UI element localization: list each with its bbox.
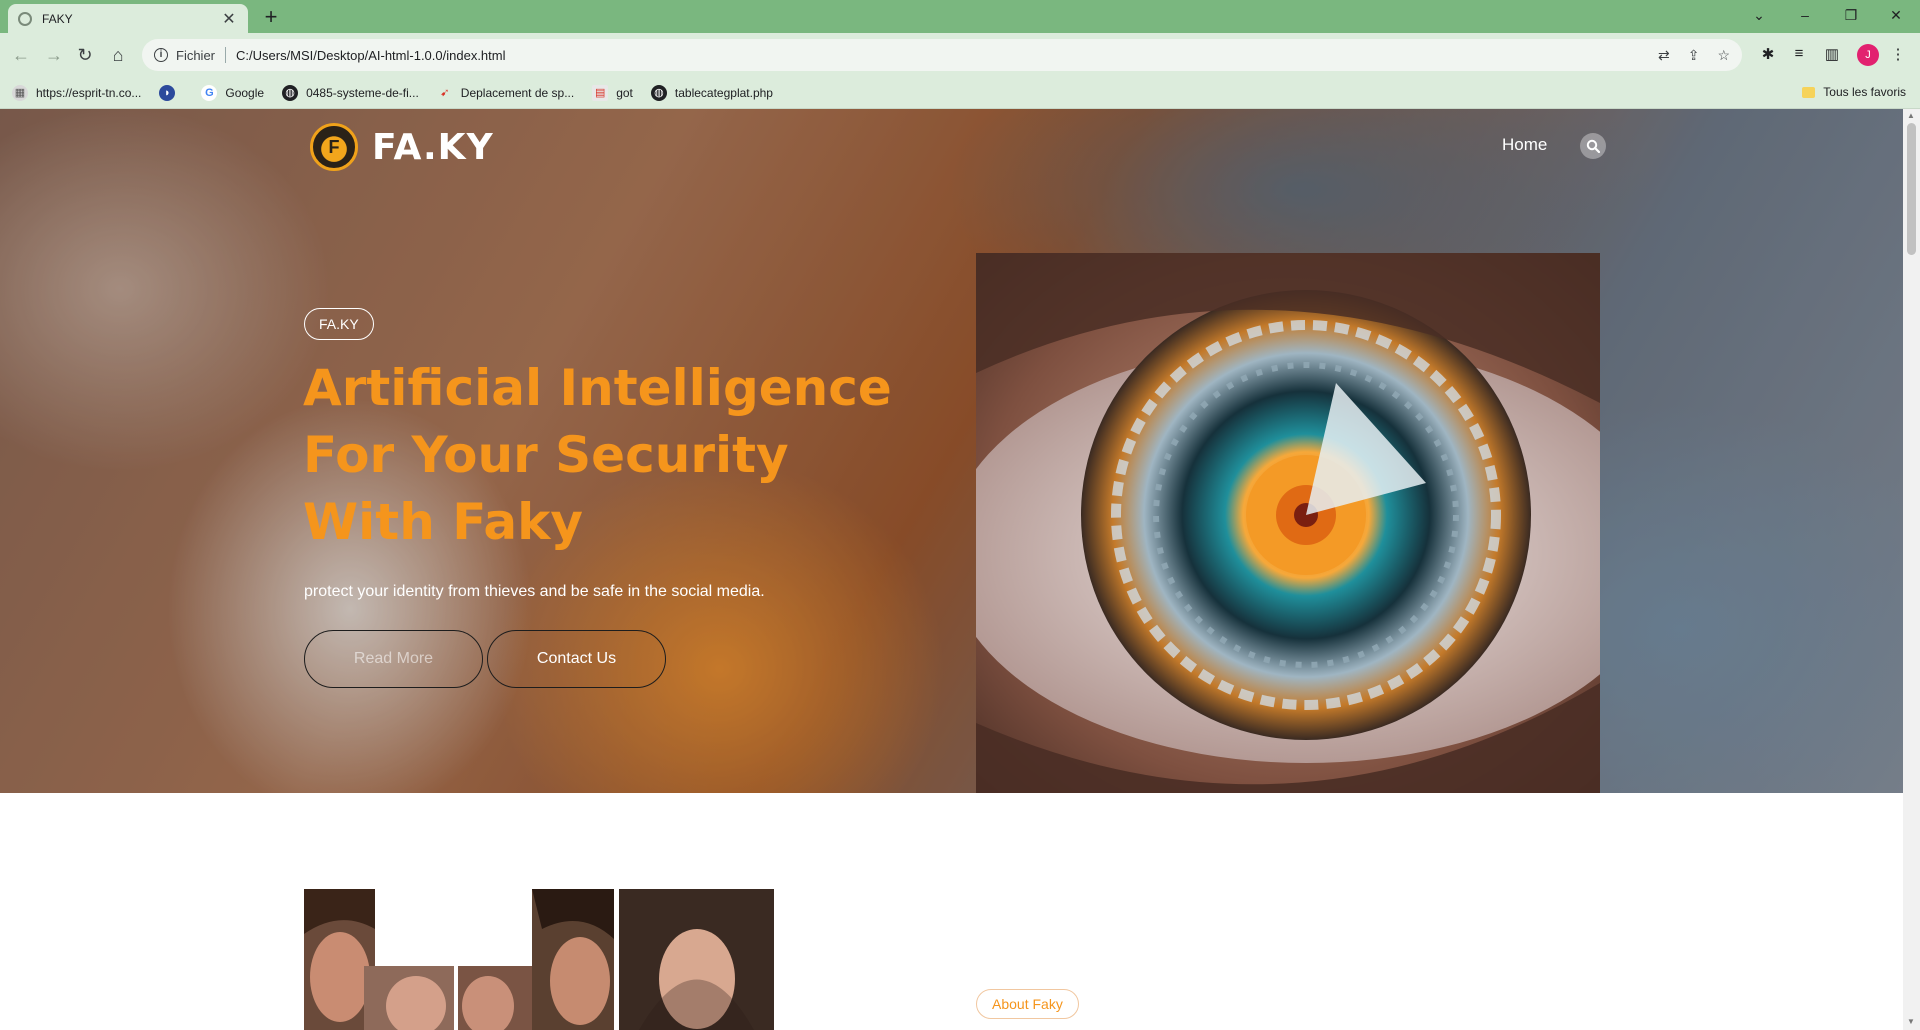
site-logo[interactable]: F FA.KY (310, 123, 494, 171)
tab-search-icon[interactable]: ⌄ (1745, 4, 1773, 26)
logo-badge-icon: F (310, 123, 358, 171)
minimize-button[interactable]: – (1791, 4, 1819, 26)
hero-headline: Artificial Intelligence For Your Securit… (303, 359, 892, 551)
home-icon[interactable]: ⌂ (106, 43, 130, 67)
bookmark-item[interactable]: ▦ https://esprit-tn.co... (12, 84, 141, 101)
globe-icon: ◍ (650, 84, 667, 101)
logo-text: FA.KY (372, 126, 494, 168)
portrait-photo (458, 966, 533, 1030)
new-tab-button[interactable]: + (260, 4, 282, 30)
portrait-photo (532, 889, 614, 1030)
read-more-button[interactable]: Read More (304, 630, 483, 688)
app-icon: ➹ (440, 87, 450, 99)
close-window-button[interactable]: ✕ (1882, 4, 1910, 26)
hero-eye-image (976, 253, 1600, 793)
hero-tagline: protect your identity from thieves and b… (304, 583, 765, 600)
star-icon[interactable]: ☆ (1717, 47, 1730, 64)
tab-faky[interactable]: FAKY ✕ (8, 4, 248, 33)
search-icon[interactable] (1580, 133, 1606, 159)
all-bookmarks-folder[interactable]: Tous les favoris (1802, 85, 1906, 99)
nav-home-link[interactable]: Home (1502, 135, 1547, 155)
share-icon[interactable]: ⇪ (1688, 47, 1700, 64)
bookmark-item[interactable]: ◍ 0485-systeme-de-fi... (282, 84, 419, 101)
url-text[interactable]: C:/Users/MSI/Desktop/AI-html-1.0.0/index… (236, 48, 1640, 63)
about-badge: About Faky (976, 989, 1079, 1019)
divider (225, 47, 227, 63)
side-panel-icon[interactable]: ▥ (1822, 45, 1842, 63)
address-bar[interactable]: i Fichier C:/Users/MSI/Desktop/AI-html-1… (142, 39, 1742, 71)
menu-icon[interactable]: ⋮ (1888, 45, 1908, 63)
hero-section: F FA.KY Home FA.KY Artificial Intelligen… (0, 109, 1903, 793)
media-icon[interactable]: ≡ (1789, 45, 1809, 62)
globe-icon (18, 11, 32, 26)
back-arrow-icon[interactable]: ← (9, 43, 33, 67)
globe-icon: ◍ (282, 84, 299, 101)
site-icon: ▦ (12, 84, 28, 101)
profile-avatar[interactable]: J (1857, 44, 1879, 66)
info-icon[interactable]: i (154, 48, 168, 62)
scroll-up-icon[interactable]: ▲ (1907, 111, 1915, 120)
page-viewport: F FA.KY Home FA.KY Artificial Intelligen… (0, 109, 1903, 1030)
bookmark-item[interactable]: ◍ tablecategplat.php (650, 84, 773, 101)
bookmarks-bar: ▦ https://esprit-tn.co... ◗ G Google ◍ 0485… (0, 77, 1920, 109)
hero-badge: FA.KY (304, 308, 374, 340)
translate-icon[interactable]: ⇄ (1658, 47, 1670, 64)
portrait-photo (364, 966, 454, 1030)
tab-strip: FAKY ✕ + ⌄ – ❐ ✕ (0, 0, 1920, 33)
bookmark-item[interactable]: ◗ (159, 84, 183, 101)
folder-icon (1802, 86, 1816, 98)
browser-toolbar: ← → ↻ ⌂ i Fichier C:/Users/MSI/Desktop/A… (0, 33, 1920, 77)
tab-title: FAKY (42, 11, 73, 26)
extensions-icon[interactable]: ✱ (1758, 45, 1778, 63)
site-icon: ▤ (592, 84, 609, 101)
scrollbar-thumb[interactable] (1907, 123, 1916, 255)
scroll-down-icon[interactable]: ▼ (1907, 1017, 1915, 1026)
reload-icon[interactable]: ↻ (73, 43, 97, 67)
bookmark-item[interactable]: ▤ got (592, 84, 633, 101)
forward-arrow-icon[interactable]: → (42, 43, 66, 67)
page-scrollbar[interactable]: ▲ ▼ (1903, 109, 1920, 1030)
google-icon: G (201, 84, 218, 101)
bookmark-item[interactable]: ➹ Deplacement de sp... (437, 85, 574, 101)
contact-us-button[interactable]: Contact Us (487, 630, 666, 688)
restore-button[interactable]: ❐ (1837, 4, 1865, 26)
bookmark-item[interactable]: G Google (201, 84, 264, 101)
portrait-photo (619, 889, 774, 1030)
close-tab-icon[interactable]: ✕ (220, 9, 238, 29)
app-icon: ◗ (159, 84, 176, 101)
scheme-label: Fichier (176, 47, 216, 63)
